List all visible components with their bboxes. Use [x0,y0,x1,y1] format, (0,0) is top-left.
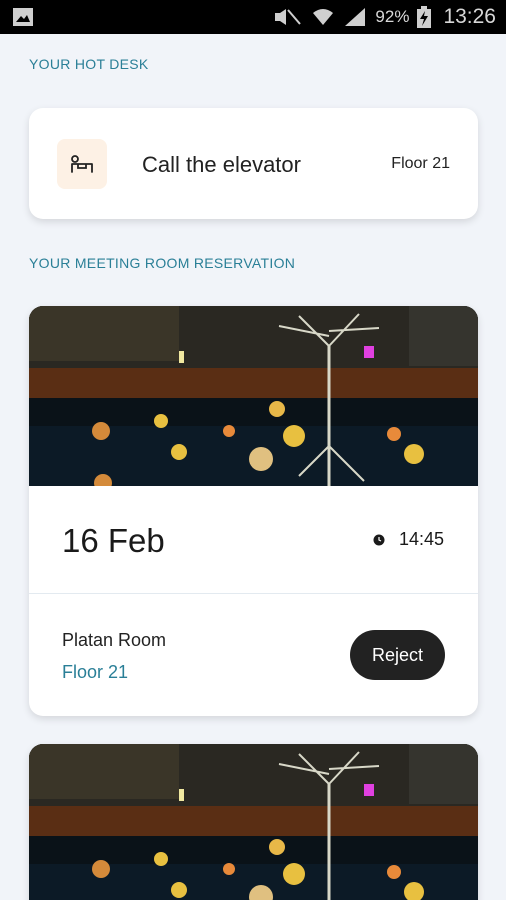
card-divider [29,593,478,594]
room-photo [29,744,478,900]
reservation-card-next[interactable] [29,744,478,900]
reservation-time: 14:45 [398,529,444,549]
gallery-icon [13,8,33,26]
wifi-icon [313,9,334,25]
signal-icon [345,8,366,26]
hot-desk-title: Call the elevator [142,152,301,177]
desk-icon [71,155,93,173]
hot-desk-card[interactable]: Call the elevator Floor 21 [29,108,478,219]
reservation-floor: Floor 21 [62,662,129,682]
reservation-room: Platan Room [62,630,167,650]
desk-icon-tile [57,139,107,189]
reservation-card[interactable]: 16 Feb 14:45 Platan Room Floor 21 Reject [29,306,478,716]
hot-desk-section-label: YOUR HOT DESK [29,56,149,72]
mute-icon [275,9,302,25]
reservation-date: 16 Feb [62,522,165,559]
meeting-section-label: YOUR MEETING ROOM RESERVATION [29,255,296,271]
status-bar: 92% 13:26 [0,0,506,34]
battery-percent: 92% [375,7,410,26]
clock: 13:26 [443,5,496,28]
clock-icon [373,534,385,545]
room-photo [29,306,478,486]
battery-charging-icon [417,6,432,28]
hot-desk-floor: Floor 21 [391,155,450,172]
main-content: YOUR HOT DESK Call the elevator Floor 21… [0,34,506,900]
reservation-time-group: 14:45 [373,529,444,550]
reject-button[interactable]: Reject [350,630,445,680]
